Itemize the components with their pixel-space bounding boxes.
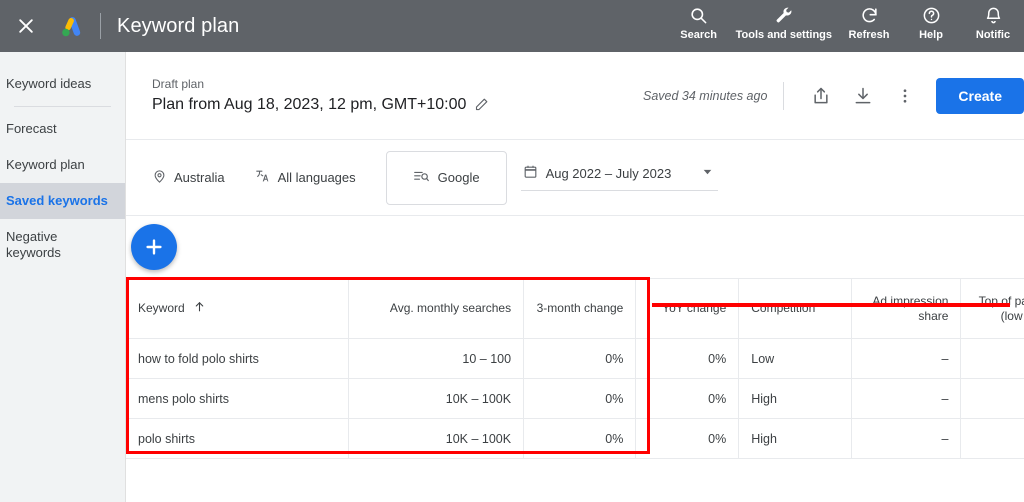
cell-3-month-change: 0%: [523, 338, 637, 379]
search-button-label: Search: [680, 29, 717, 41]
google-ads-logo[interactable]: [52, 0, 90, 52]
cell-3-month-change: 0%: [523, 378, 637, 419]
sidebar-item-label: Forecast: [6, 121, 57, 136]
cell-avg-monthly-searches: 10K – 100K: [348, 378, 525, 419]
search-button[interactable]: Search: [668, 4, 730, 41]
column-header-3-month-change[interactable]: 3-month change: [523, 278, 637, 339]
column-header-keyword[interactable]: Keyword: [126, 278, 349, 339]
cell-ad-impression-share: –: [851, 338, 962, 379]
column-header-avg-monthly-searches[interactable]: Avg. monthly searches: [348, 278, 525, 339]
location-filter-label: Australia: [174, 170, 225, 185]
annotation-strikethrough-line: [652, 303, 1010, 307]
network-filter[interactable]: Google: [385, 150, 507, 205]
date-range-filter[interactable]: Aug 2022 – July 2023: [520, 164, 719, 191]
cell-yoy-change: 0%: [635, 418, 740, 459]
plan-header: Draft plan Plan from Aug 18, 2023, 12 pm…: [126, 52, 1024, 140]
cell-ad-impression-share: –: [851, 378, 962, 419]
cell-competition: Low: [738, 338, 852, 379]
cell-keyword: mens polo shirts: [126, 378, 349, 419]
tools-and-settings-button[interactable]: Tools and settings: [730, 4, 838, 41]
cell-top-of-page-bid-low: –: [960, 338, 1024, 379]
title-divider: [100, 13, 101, 39]
notifications-button-label: Notific: [975, 29, 1011, 41]
chevron-down-icon[interactable]: [701, 165, 714, 181]
table-header-row: Keyword Avg. monthly searches 3-month ch…: [126, 278, 1024, 339]
search-icon: [689, 4, 708, 26]
tools-and-settings-label: Tools and settings: [735, 29, 832, 41]
top-app-bar: Keyword plan Search Tools and settings R…: [0, 0, 1024, 52]
add-keyword-button[interactable]: [131, 224, 177, 270]
language-filter-label: All languages: [277, 170, 356, 185]
column-header-ad-impression-share[interactable]: Ad impression share: [851, 278, 962, 339]
filter-bar: Australia All languages Google Aug 2022 …: [126, 140, 1024, 216]
location-filter[interactable]: Australia: [152, 169, 225, 187]
table-row[interactable]: polo shirts 10K – 100K 0% 0% High – $0.7…: [126, 418, 1024, 459]
sidebar-item-keyword-ideas[interactable]: Keyword ideas: [0, 66, 125, 102]
cell-competition: High: [738, 378, 852, 419]
sidebar-item-label: Keyword ideas: [6, 76, 92, 91]
location-pin-icon: [152, 169, 167, 187]
help-button-label: Help: [919, 29, 943, 41]
notifications-button[interactable]: Notific: [962, 4, 1024, 41]
table-toolbar: [126, 216, 1024, 278]
bell-icon: [984, 4, 1003, 26]
table-row[interactable]: mens polo shirts 10K – 100K 0% 0% High –…: [126, 378, 1024, 419]
sidebar-item-label: Saved keywords: [6, 193, 108, 208]
topbar-actions: Search Tools and settings Refresh Help N…: [668, 0, 1024, 52]
cell-avg-monthly-searches: 10K – 100K: [348, 418, 525, 459]
download-icon[interactable]: [842, 75, 884, 117]
sidebar-item-negative-keywords[interactable]: Negative keywords: [0, 219, 125, 271]
page-title: Keyword plan: [117, 14, 240, 37]
column-header-competition[interactable]: Competition: [738, 278, 852, 339]
network-filter-label: Google: [437, 170, 480, 185]
cell-top-of-page-bid-low: $0.81: [960, 378, 1024, 419]
wrench-icon: [774, 4, 794, 26]
header-divider: [783, 81, 785, 110]
sort-ascending-icon[interactable]: [193, 300, 206, 317]
cell-yoy-change: 0%: [635, 338, 740, 379]
search-network-icon: [413, 169, 430, 187]
sidebar-item-saved-keywords[interactable]: Saved keywords: [0, 183, 125, 219]
column-header-yoy-change[interactable]: YoY change: [635, 278, 740, 339]
sidebar-item-forecast[interactable]: Forecast: [0, 111, 125, 147]
table-body: how to fold polo shirts 10 – 100 0% 0% L…: [126, 338, 1024, 459]
table-row[interactable]: how to fold polo shirts 10 – 100 0% 0% L…: [126, 338, 1024, 379]
more-vert-icon[interactable]: [884, 75, 926, 117]
calendar-icon: [523, 164, 538, 182]
refresh-button-label: Refresh: [848, 29, 890, 41]
cell-ad-impression-share: –: [851, 418, 962, 459]
cell-yoy-change: 0%: [635, 378, 740, 419]
sidebar-item-label: Keyword plan: [6, 157, 85, 172]
sidebar-divider: [14, 106, 111, 107]
refresh-button[interactable]: Refresh: [838, 4, 900, 41]
cell-keyword: polo shirts: [126, 418, 349, 459]
sidebar-item-label: Negative keywords: [6, 229, 61, 260]
close-icon[interactable]: [0, 0, 52, 52]
keyword-plan-page: Keyword plan Search Tools and settings R…: [0, 0, 1024, 502]
pencil-icon[interactable]: [474, 97, 489, 112]
cell-competition: High: [738, 418, 852, 459]
saved-status: Saved 34 minutes ago: [643, 88, 768, 103]
refresh-icon: [860, 4, 879, 26]
column-header-top-of-page-bid-low[interactable]: Top of page bid (low range): [960, 278, 1024, 339]
cell-3-month-change: 0%: [523, 418, 637, 459]
date-range-label: Aug 2022 – July 2023: [545, 165, 672, 181]
cell-top-of-page-bid-low: $0.73: [960, 418, 1024, 459]
main-content: Draft plan Plan from Aug 18, 2023, 12 pm…: [126, 52, 1024, 502]
cell-keyword: how to fold polo shirts: [126, 338, 349, 379]
translate-icon: [255, 168, 271, 187]
plan-name: Plan from Aug 18, 2023, 12 pm, GMT+10:00: [152, 95, 467, 113]
language-filter[interactable]: All languages: [255, 168, 356, 187]
share-icon[interactable]: [800, 75, 842, 117]
draft-plan-label: Draft plan: [152, 76, 205, 91]
help-button[interactable]: Help: [900, 4, 962, 41]
create-campaign-button[interactable]: Create: [936, 77, 1024, 114]
cell-avg-monthly-searches: 10 – 100: [348, 338, 525, 379]
column-header-keyword-label: Keyword: [138, 301, 185, 315]
sidebar: Keyword ideas Forecast Keyword plan Save…: [0, 52, 126, 502]
sidebar-item-keyword-plan[interactable]: Keyword plan: [0, 147, 125, 183]
help-icon: [922, 4, 941, 26]
